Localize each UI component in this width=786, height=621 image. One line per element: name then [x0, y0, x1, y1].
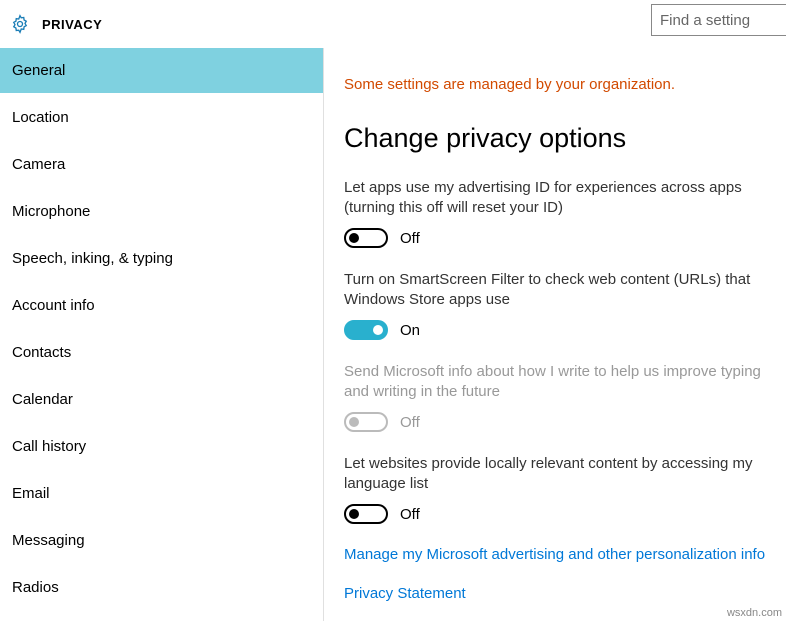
sidebar-item-speech-inking-typing[interactable]: Speech, inking, & typing	[0, 236, 323, 281]
setting-label: Let websites provide locally relevant co…	[344, 454, 772, 494]
toggle-language-list[interactable]	[344, 504, 388, 524]
sidebar-item-messaging[interactable]: Messaging	[0, 518, 323, 563]
sidebar-item-label: Messaging	[12, 532, 85, 549]
sidebar-item-label: Camera	[12, 156, 65, 173]
body: General Location Camera Microphone Speec…	[0, 48, 786, 621]
managed-notice: Some settings are managed by your organi…	[344, 76, 772, 93]
sidebar-item-label: Contacts	[12, 344, 71, 361]
link-manage-advertising[interactable]: Manage my Microsoft advertising and othe…	[344, 546, 772, 563]
toggle-state-text: Off	[400, 414, 420, 431]
sidebar-item-label: Microphone	[12, 203, 90, 220]
sidebar-item-label: Call history	[12, 438, 86, 455]
toggle-send-microsoft-info	[344, 412, 388, 432]
sidebar-item-location[interactable]: Location	[0, 95, 323, 140]
section-title: Change privacy options	[344, 123, 772, 154]
header: PRIVACY	[0, 0, 786, 48]
sidebar-item-label: Email	[12, 485, 50, 502]
setting-advertising-id: Let apps use my advertising ID for exper…	[344, 178, 772, 248]
toggle-state-text: On	[400, 322, 420, 339]
toggle-state-text: Off	[400, 506, 420, 523]
sidebar-item-microphone[interactable]: Microphone	[0, 189, 323, 234]
setting-label: Send Microsoft info about how I write to…	[344, 362, 772, 402]
sidebar: General Location Camera Microphone Speec…	[0, 48, 324, 621]
sidebar-item-label: Location	[12, 109, 69, 126]
sidebar-item-label: General	[12, 62, 65, 79]
toggle-smartscreen[interactable]	[344, 320, 388, 340]
search-input[interactable]	[651, 4, 786, 36]
sidebar-item-account-info[interactable]: Account info	[0, 283, 323, 328]
setting-label: Let apps use my advertising ID for exper…	[344, 178, 772, 218]
toggle-state-text: Off	[400, 230, 420, 247]
sidebar-item-contacts[interactable]: Contacts	[0, 330, 323, 375]
watermark: wsxdn.com	[727, 607, 782, 619]
toggle-advertising-id[interactable]	[344, 228, 388, 248]
sidebar-item-label: Account info	[12, 297, 95, 314]
sidebar-item-label: Calendar	[12, 391, 73, 408]
page-title: PRIVACY	[42, 17, 102, 32]
sidebar-item-call-history[interactable]: Call history	[0, 424, 323, 469]
sidebar-item-email[interactable]: Email	[0, 471, 323, 516]
setting-language-list: Let websites provide locally relevant co…	[344, 454, 772, 524]
sidebar-item-label: Speech, inking, & typing	[12, 250, 173, 267]
link-privacy-statement[interactable]: Privacy Statement	[344, 585, 772, 602]
setting-send-microsoft-info: Send Microsoft info about how I write to…	[344, 362, 772, 432]
setting-smartscreen: Turn on SmartScreen Filter to check web …	[344, 270, 772, 340]
gear-icon	[10, 14, 30, 34]
sidebar-item-radios[interactable]: Radios	[0, 565, 323, 610]
sidebar-item-camera[interactable]: Camera	[0, 142, 323, 187]
sidebar-item-general[interactable]: General	[0, 48, 323, 93]
sidebar-item-label: Radios	[12, 579, 59, 596]
setting-label: Turn on SmartScreen Filter to check web …	[344, 270, 772, 310]
content: Some settings are managed by your organi…	[324, 48, 786, 621]
sidebar-item-calendar[interactable]: Calendar	[0, 377, 323, 422]
